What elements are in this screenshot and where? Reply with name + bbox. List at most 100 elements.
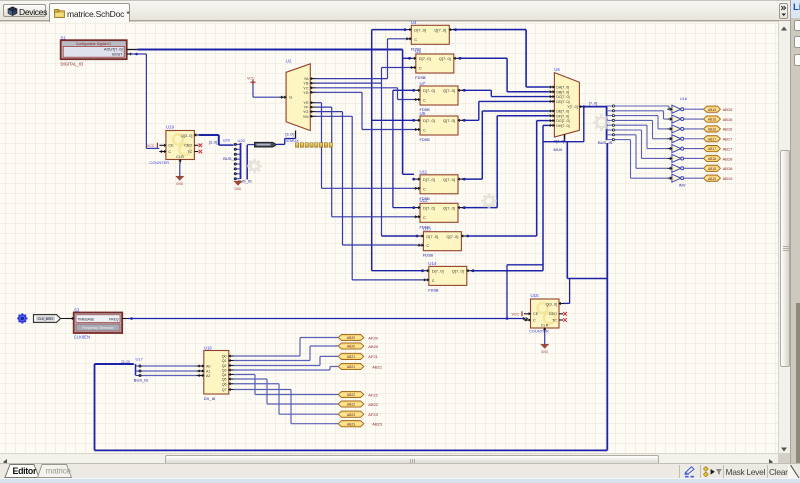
svg-text:AB17: AB17 bbox=[723, 137, 734, 142]
svg-text:A0: A0 bbox=[206, 365, 210, 369]
svg-text:Q3: Q3 bbox=[222, 369, 227, 373]
svg-text:C: C bbox=[426, 243, 429, 248]
svg-text:YA: YA bbox=[304, 77, 309, 81]
svg-text:AB16: AB16 bbox=[708, 128, 716, 132]
svg-text:D[7..0]: D[7..0] bbox=[414, 28, 426, 33]
svg-text:U6: U6 bbox=[415, 49, 421, 54]
svg-text:[2..0]: [2..0] bbox=[122, 360, 130, 364]
svg-text:U9: U9 bbox=[420, 111, 426, 116]
svg-text:D[7..0]: D[7..0] bbox=[423, 206, 435, 211]
svg-text:[3..0]: [3..0] bbox=[286, 132, 294, 136]
svg-text:AB23: AB23 bbox=[372, 422, 383, 427]
svg-text:AB16: AB16 bbox=[723, 117, 734, 122]
svg-text:[7..0]: [7..0] bbox=[589, 101, 597, 105]
svg-text:C: C bbox=[423, 128, 426, 133]
svg-text:DX_I8: DX_I8 bbox=[204, 396, 216, 401]
svg-text:AB18: AB18 bbox=[708, 167, 716, 171]
svg-text:AB20: AB20 bbox=[368, 344, 379, 349]
svg-text:U15: U15 bbox=[531, 293, 540, 298]
svg-text:Y[7..0]: Y[7..0] bbox=[567, 105, 577, 109]
svg-text:TC: TC bbox=[187, 150, 192, 154]
svg-text:Q[3..0]: Q[3..0] bbox=[546, 302, 557, 306]
svg-text:AB23: AB23 bbox=[347, 413, 355, 417]
svg-text:AB18: AB18 bbox=[723, 156, 734, 161]
svg-text:D[7..0]: D[7..0] bbox=[419, 56, 431, 61]
svg-text:YE: YE bbox=[303, 101, 309, 105]
svg-text:COUNTER: COUNTER bbox=[149, 160, 169, 165]
svg-text:DA[7..0]: DA[7..0] bbox=[556, 86, 569, 90]
svg-text:U5: U5 bbox=[554, 67, 560, 72]
svg-text:U12: U12 bbox=[420, 198, 429, 203]
svg-text:A1: A1 bbox=[206, 370, 210, 374]
svg-text:DIGITAL_IO: DIGITAL_IO bbox=[61, 61, 84, 66]
svg-text:U11: U11 bbox=[420, 170, 428, 175]
svg-text:DE[7..0]: DE[7..0] bbox=[556, 110, 569, 114]
svg-text:FREQ: FREQ bbox=[109, 318, 119, 322]
svg-text:GND: GND bbox=[176, 182, 184, 186]
svg-text:U14: U14 bbox=[428, 261, 437, 266]
svg-text:YF: YF bbox=[304, 106, 310, 110]
svg-text:Q2: Q2 bbox=[222, 364, 227, 368]
svg-text:D[7..0]: D[7..0] bbox=[432, 269, 444, 274]
svg-text:S[3..0]: S[3..0] bbox=[554, 140, 564, 144]
svg-text:Q[3..0]: Q[3..0] bbox=[181, 134, 192, 138]
svg-text:C: C bbox=[423, 215, 426, 220]
svg-text:AF21: AF21 bbox=[368, 354, 378, 359]
svg-text:Q[7..0]: Q[7..0] bbox=[439, 56, 451, 61]
svg-text:U18: U18 bbox=[680, 96, 688, 101]
svg-text:YC: YC bbox=[303, 86, 309, 90]
svg-text:Q6: Q6 bbox=[222, 382, 227, 386]
svg-text:A2: A2 bbox=[206, 374, 210, 378]
svg-text:U20: U20 bbox=[238, 138, 246, 143]
svg-text:DB[7..0]: DB[7..0] bbox=[556, 90, 569, 94]
svg-text:CE: CE bbox=[533, 312, 539, 316]
svg-text:AB22: AB22 bbox=[368, 402, 379, 407]
svg-text:YB: YB bbox=[303, 82, 309, 86]
svg-text:AB23: AB23 bbox=[347, 422, 355, 426]
svg-text:MUX: MUX bbox=[554, 147, 563, 152]
svg-text:CEO: CEO bbox=[184, 144, 192, 148]
svg-text:VCC: VCC bbox=[512, 312, 520, 316]
svg-text:GND: GND bbox=[541, 350, 549, 354]
svg-text:CEO: CEO bbox=[549, 312, 557, 316]
svg-text:Q5: Q5 bbox=[222, 378, 227, 382]
svg-text:FDSB: FDSB bbox=[423, 254, 434, 258]
svg-text:CLK_BRD: CLK_BRD bbox=[38, 317, 54, 321]
svg-text:S3: S3 bbox=[74, 307, 80, 312]
svg-text:C: C bbox=[168, 150, 171, 154]
svg-text:AB15: AB15 bbox=[723, 107, 734, 112]
svg-text:Q[7..0]: Q[7..0] bbox=[434, 28, 446, 33]
svg-text:YM: YM bbox=[303, 115, 309, 119]
svg-text:TC: TC bbox=[552, 318, 557, 322]
svg-text:U20: U20 bbox=[223, 138, 231, 143]
svg-text:DH[7..0]: DH[7..0] bbox=[556, 124, 569, 128]
svg-text:D[7..0]: D[7..0] bbox=[426, 234, 438, 239]
svg-text:Configurable Digital IO: Configurable Digital IO bbox=[76, 42, 111, 46]
svg-text:AB20: AB20 bbox=[347, 336, 355, 340]
svg-text:matrice: matrice bbox=[46, 466, 72, 476]
svg-text:BOUT: BOUT bbox=[112, 53, 123, 57]
svg-text:C: C bbox=[423, 98, 426, 103]
svg-text:GND: GND bbox=[234, 187, 242, 191]
svg-text:AB16: AB16 bbox=[723, 127, 734, 132]
svg-text:U13: U13 bbox=[423, 227, 432, 232]
svg-text:BUS_IS: BUS_IS bbox=[598, 140, 613, 145]
svg-text:DD[7..0]: DD[7..0] bbox=[556, 100, 569, 104]
svg-text:VCC: VCC bbox=[147, 144, 155, 148]
svg-text:AF23: AF23 bbox=[368, 412, 378, 417]
svg-text:C: C bbox=[533, 318, 536, 322]
svg-text:U16: U16 bbox=[204, 345, 213, 350]
svg-text:FDSB: FDSB bbox=[415, 76, 426, 80]
svg-text:G: G bbox=[289, 96, 292, 100]
svg-text:U2: U2 bbox=[286, 58, 292, 63]
svg-text:INV: INV bbox=[679, 183, 686, 188]
svg-text:CLR: CLR bbox=[541, 324, 549, 328]
svg-text:DF[7..0]: DF[7..0] bbox=[556, 114, 569, 118]
svg-text:[3..0]: [3..0] bbox=[209, 141, 217, 145]
svg-text:DC[7..0]: DC[7..0] bbox=[556, 95, 569, 99]
svg-text:BUS_IS: BUS_IS bbox=[134, 377, 149, 382]
svg-text:Q[7..0]: Q[7..0] bbox=[452, 269, 464, 274]
svg-text:Editor: Editor bbox=[13, 466, 37, 476]
svg-text:AB21: AB21 bbox=[372, 364, 383, 369]
svg-text:YD: YD bbox=[303, 91, 309, 95]
